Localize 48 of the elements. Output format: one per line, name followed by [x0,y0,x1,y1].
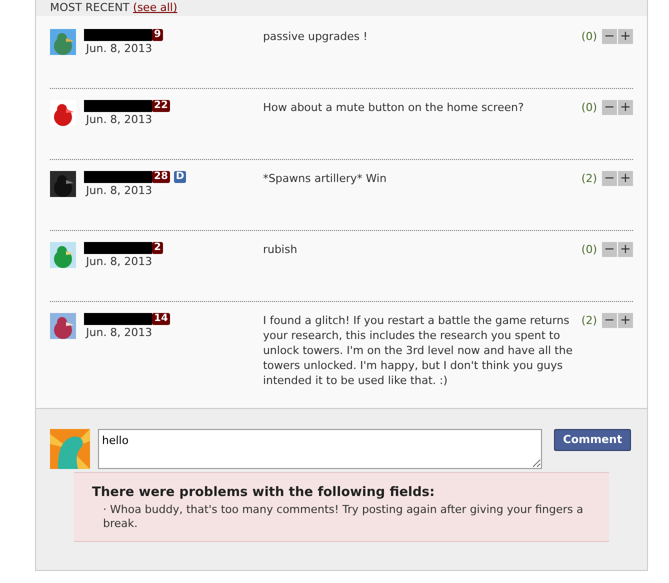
avatar [50,171,76,197]
avatar [50,313,76,339]
see-all-link[interactable]: (see all) [133,1,178,14]
avatar [50,100,76,126]
upvote-button[interactable]: + [618,242,633,257]
downvote-button[interactable]: − [602,313,617,328]
comment-text: *Spawns artillery* Win [262,171,388,187]
level-badge: 28 [152,171,170,183]
upvote-button[interactable]: + [618,171,633,186]
avatar [50,242,76,268]
avatar [50,429,90,469]
vote-score: (2) [581,171,597,187]
downvote-button[interactable]: − [602,171,617,186]
comment-date: Jun. 8, 2013 [86,183,154,199]
level-badge: 22 [152,100,170,112]
comment-button[interactable]: Comment [554,429,632,451]
vote-score: (0) [581,242,597,258]
redaction-bar [84,242,152,254]
comment-text: rubish [262,242,298,258]
comment-text: I found a glitch! If you restart a battle the game returns your research, this includes the research you spent to unlock towers. I'm on the 3rd level now and have all the towers unlocked. I'm happy, but I don't think you guys intended it to be used like that. :) [262,313,574,388]
comment-date: Jun. 8, 2013 [86,41,154,57]
section-title: MOST RECENT [50,1,130,14]
role-badge: D [174,171,186,183]
comment-date: Jun. 8, 2013 [86,325,154,341]
redaction-bar [84,100,152,112]
error-message: · Whoa buddy, that's too many comments! Try posting again after giving your fingers a break. [103,502,584,531]
comment-date: Jun. 8, 2013 [86,254,154,270]
upvote-button[interactable]: + [618,313,633,328]
downvote-button[interactable]: − [602,100,617,115]
redaction-bar [84,171,152,183]
vote-score: (0) [581,100,597,116]
downvote-button[interactable]: − [602,242,617,257]
comment-field[interactable]: hello [98,429,542,469]
level-badge: 14 [152,313,170,325]
comment-text: How about a mute button on the home screen? [262,100,525,116]
comment-text: passive upgrades ! [262,29,369,45]
level-badge: 9 [152,29,163,41]
vote-score: (2) [581,313,597,329]
redaction-bar [84,313,152,325]
downvote-button[interactable]: − [602,29,617,44]
avatar [50,29,76,55]
upvote-button[interactable]: + [618,100,633,115]
error-title: There were problems with the following fields: [92,485,436,501]
vote-score: (0) [581,29,597,45]
upvote-button[interactable]: + [618,29,633,44]
comment-date: Jun. 8, 2013 [86,112,154,128]
level-badge: 2 [152,242,163,254]
redaction-bar [84,29,152,41]
